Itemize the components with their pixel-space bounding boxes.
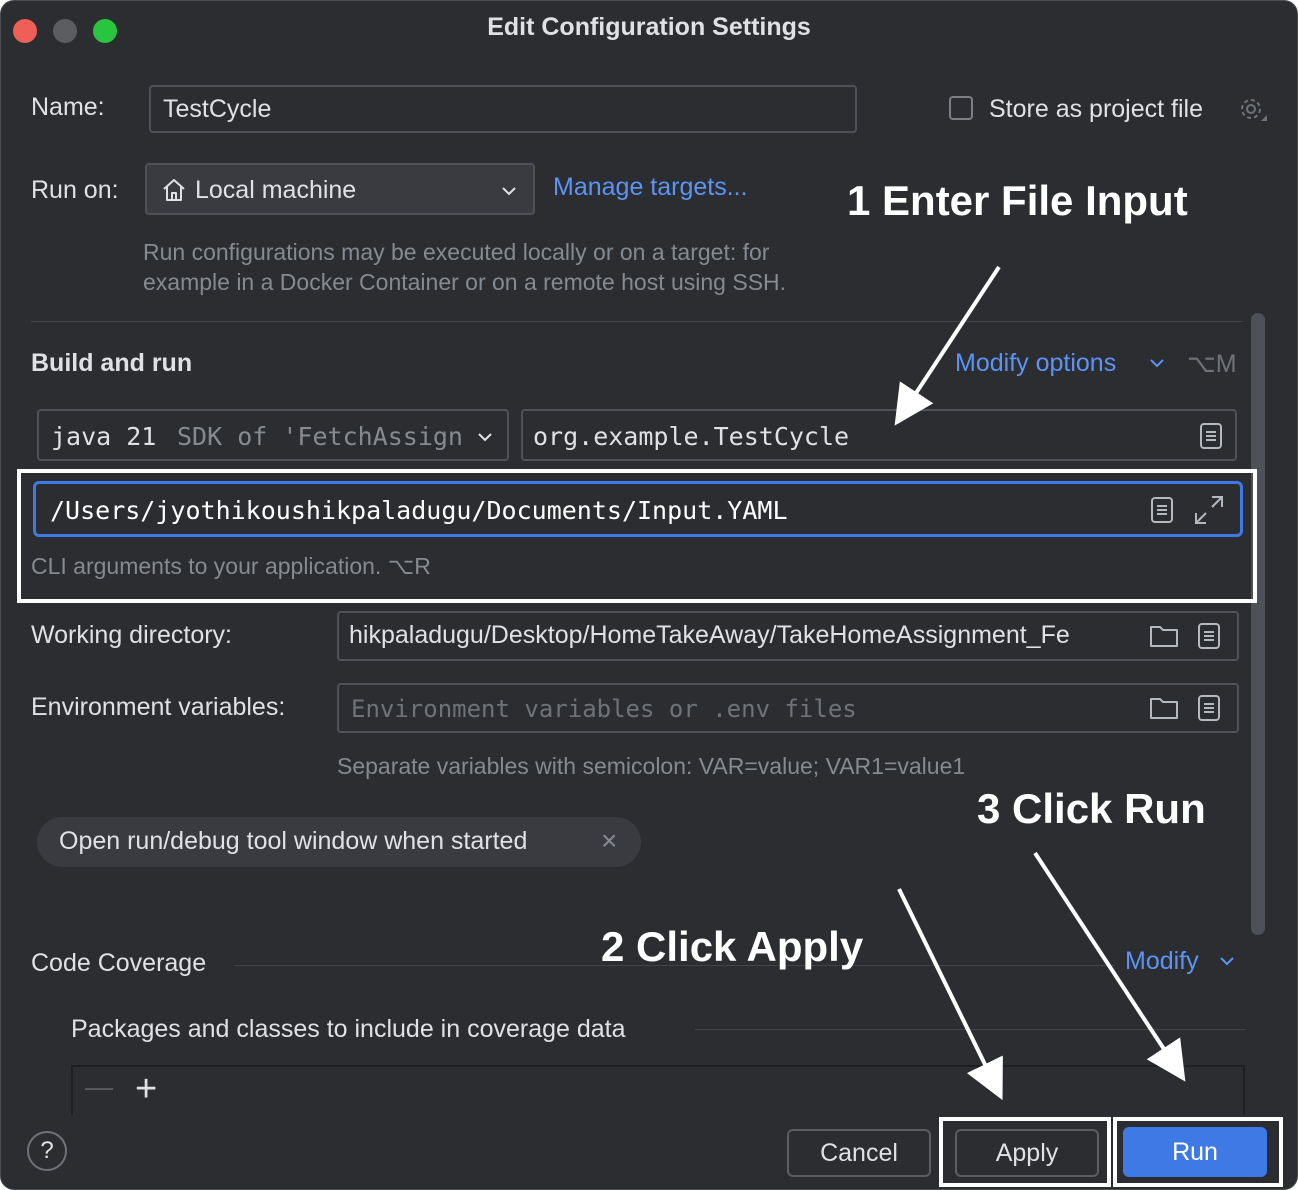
arrow-to-apply bbox=[897, 888, 1003, 1101]
annotation-arrows bbox=[894, 265, 1186, 1101]
arrow-to-program-arguments bbox=[894, 265, 1001, 426]
arrow-to-run bbox=[1033, 851, 1186, 1082]
edit-configuration-dialog: Edit Configuration Settings Name: TestCy… bbox=[0, 0, 1298, 1190]
